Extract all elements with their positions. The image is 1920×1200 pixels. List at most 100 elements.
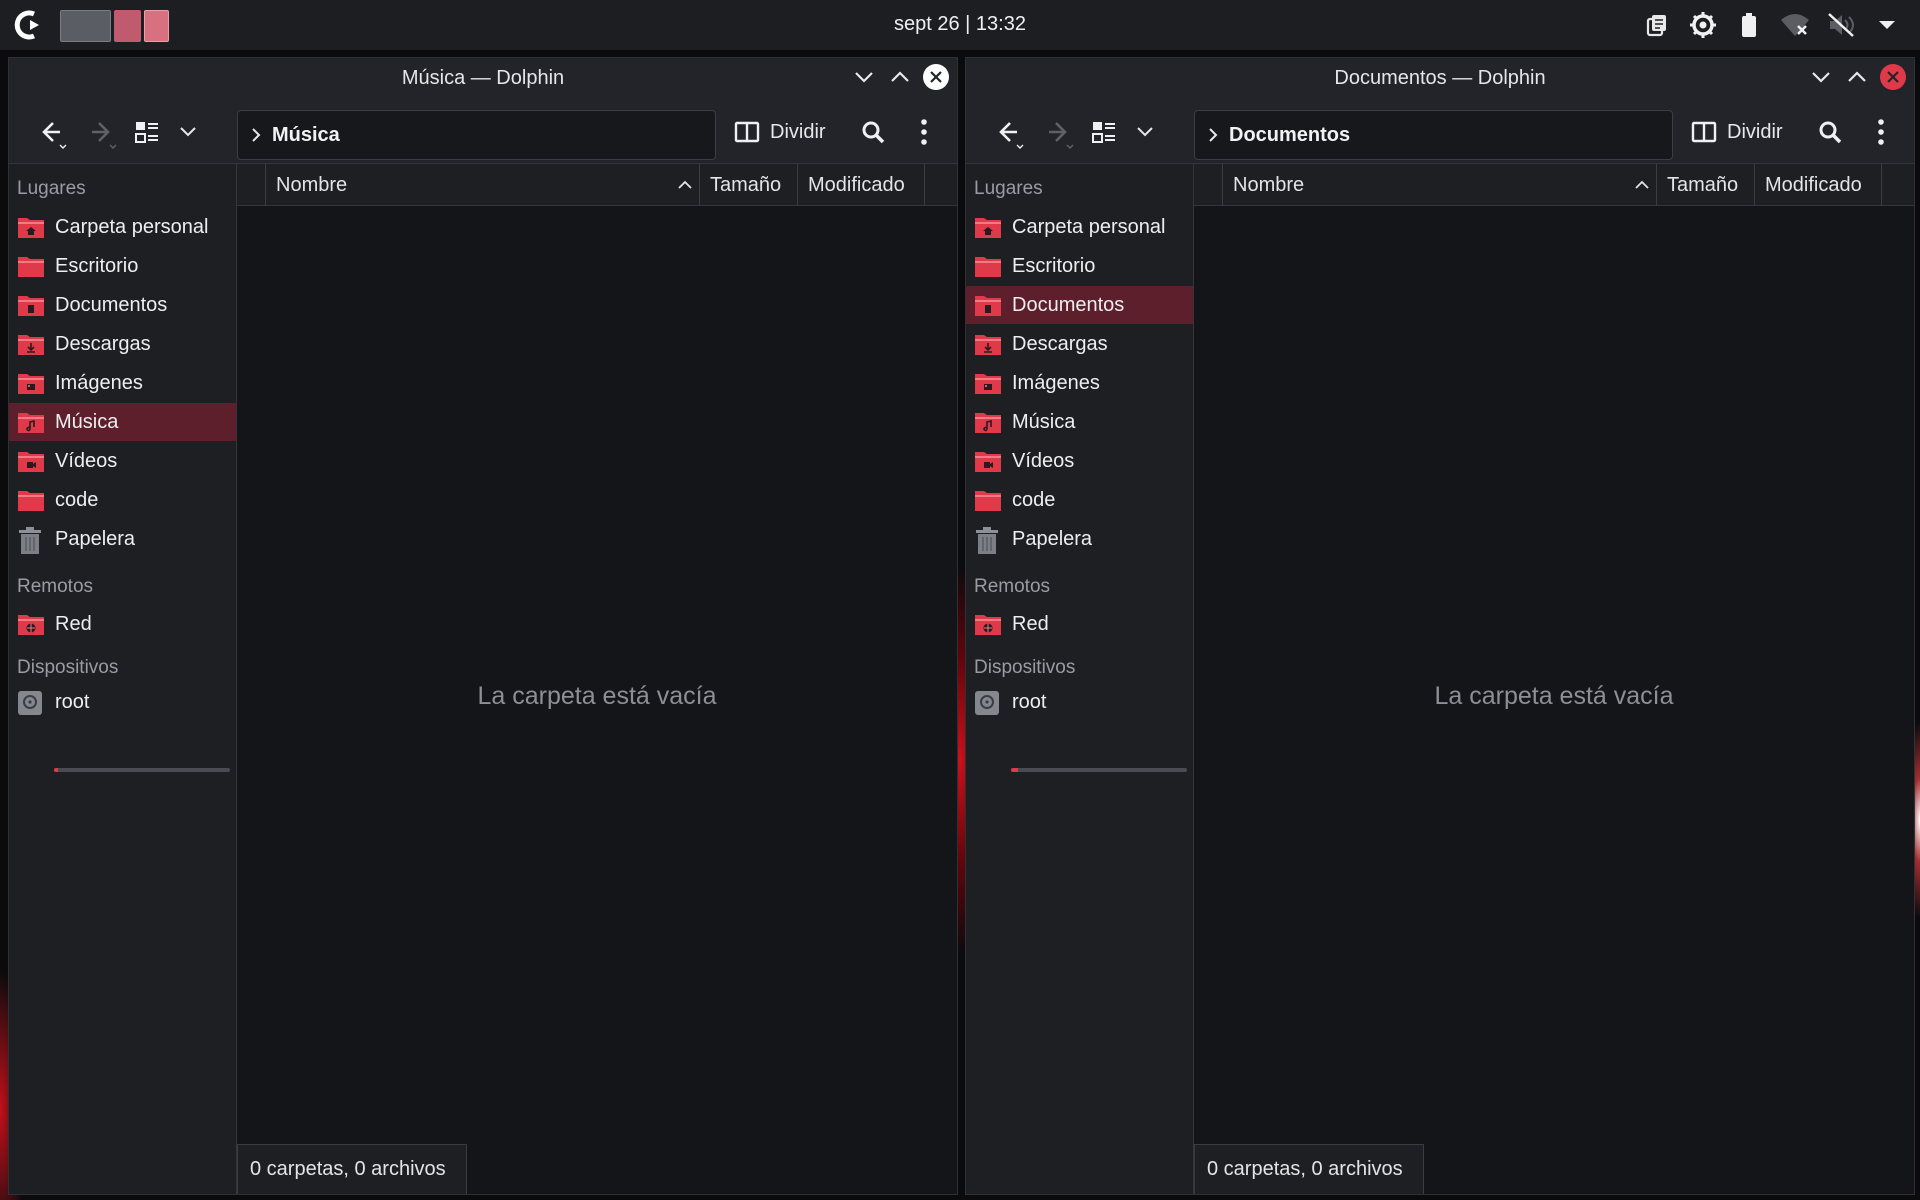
sidebar-item-imágenes[interactable]: Imágenes [9, 364, 236, 402]
column-tamano[interactable]: Tamaño [1656, 164, 1754, 206]
app-launcher-icon[interactable] [8, 8, 48, 42]
maximize-button[interactable] [1844, 64, 1870, 90]
close-button[interactable] [923, 64, 949, 90]
menu-kebab-icon[interactable] [909, 115, 939, 149]
sidebar-item-code[interactable]: code [9, 481, 236, 519]
sidebar-item-escritorio[interactable]: Escritorio [9, 247, 236, 285]
tray-expand-icon[interactable] [1872, 10, 1902, 40]
remote-header: Remotos [17, 576, 94, 597]
column-modificado[interactable]: Modificado [1754, 164, 1882, 206]
sidebar-item-label: Imágenes [55, 371, 143, 394]
sidebar-item-red[interactable]: Red [966, 605, 1193, 643]
desktop-folder-icon [17, 254, 45, 278]
sidebar-item-label: Imágenes [1012, 371, 1100, 394]
desktop-2-button[interactable] [114, 10, 141, 42]
file-view[interactable]: Nombre Tamaño Modificado La carpeta está… [237, 164, 957, 1194]
minimize-button[interactable] [1808, 64, 1834, 90]
sidebar-item-red[interactable]: Red [9, 605, 236, 643]
volume-muted-icon[interactable] [1826, 10, 1856, 40]
sidebar-item-vídeos[interactable]: Vídeos [966, 442, 1193, 480]
chevron-right-icon [252, 128, 261, 142]
pictures-folder-icon [17, 371, 45, 395]
sidebar-item-code[interactable]: code [966, 481, 1193, 519]
back-button[interactable] [29, 115, 73, 149]
folder-icon [974, 488, 1002, 512]
window-title: Música — Dolphin [401, 67, 565, 89]
network-folder-icon [17, 612, 45, 636]
desktop-1-button[interactable] [60, 10, 111, 42]
sidebar-item-carpeta-personal[interactable]: Carpeta personal [9, 208, 236, 246]
sidebar-item-descargas[interactable]: Descargas [966, 325, 1193, 363]
sidebar-item-música[interactable]: Música [9, 403, 236, 441]
sidebar-item-label: Red [55, 612, 92, 635]
sidebar-item-label: Escritorio [1012, 254, 1096, 277]
brightness-icon[interactable] [1688, 10, 1718, 40]
window-title: Documentos — Dolphin [1334, 67, 1546, 89]
window-titlebar[interactable]: Música — Dolphin [9, 58, 957, 98]
sidebar-item-root[interactable]: root [966, 683, 1193, 721]
remote-header: Remotos [974, 576, 1051, 597]
music-folder-icon [974, 410, 1002, 434]
sidebar-item-root[interactable]: root [9, 683, 236, 721]
sidebar-item-escritorio[interactable]: Escritorio [966, 247, 1193, 285]
view-mode-dropdown-icon[interactable] [173, 115, 203, 149]
sidebar-item-label: Vídeos [55, 449, 118, 472]
split-button[interactable]: Dividir [734, 115, 826, 149]
battery-icon[interactable] [1734, 10, 1764, 40]
device-usage-bar [1011, 768, 1187, 772]
sidebar-item-label: Descargas [55, 332, 151, 355]
virtual-desktop-pager [60, 10, 169, 42]
sidebar-item-documentos[interactable]: Documentos [9, 286, 236, 324]
sidebar-item-label: Documentos [1012, 293, 1125, 316]
chevron-right-icon [1209, 128, 1218, 142]
location-bar[interactable]: Música [237, 110, 716, 160]
forward-button[interactable] [79, 115, 123, 149]
file-view[interactable]: Nombre Tamaño Modificado La carpeta está… [1194, 164, 1914, 1194]
search-icon[interactable] [855, 115, 891, 149]
split-view-icon [734, 121, 760, 143]
desktop-3-button[interactable] [144, 10, 169, 42]
split-label: Dividir [770, 120, 826, 143]
close-button[interactable] [1880, 64, 1906, 90]
trash-icon [17, 527, 45, 554]
music-folder-icon [17, 410, 45, 434]
sidebar-item-label: code [1012, 488, 1056, 511]
location-bar[interactable]: Documentos [1194, 110, 1673, 160]
column-nombre[interactable]: Nombre [1222, 164, 1656, 206]
view-mode-icon[interactable] [1086, 115, 1122, 149]
menu-kebab-icon[interactable] [1866, 115, 1896, 149]
sidebar-item-música[interactable]: Música [966, 403, 1193, 441]
sidebar-item-vídeos[interactable]: Vídeos [9, 442, 236, 480]
window-titlebar[interactable]: Documentos — Dolphin [966, 58, 1914, 98]
view-mode-icon[interactable] [129, 115, 165, 149]
breadcrumb-current[interactable]: Documentos [1229, 124, 1350, 147]
status-bar: 0 carpetas, 0 archivos [1194, 1144, 1424, 1194]
sidebar-item-papelera[interactable]: Papelera [966, 520, 1193, 558]
clipboard-icon[interactable] [1642, 10, 1672, 40]
column-tamano[interactable]: Tamaño [699, 164, 797, 206]
split-label: Dividir [1727, 120, 1783, 143]
forward-button[interactable] [1036, 115, 1080, 149]
sidebar-item-label: Carpeta personal [55, 215, 209, 238]
sidebar-item-label: code [55, 488, 99, 511]
sidebar-item-imágenes[interactable]: Imágenes [966, 364, 1193, 402]
device-usage-fill [54, 768, 58, 772]
sidebar-item-label: Red [1012, 612, 1049, 635]
sidebar-item-documentos[interactable]: Documentos [966, 286, 1193, 324]
column-modificado[interactable]: Modificado [797, 164, 925, 206]
sidebar-item-carpeta-personal[interactable]: Carpeta personal [966, 208, 1193, 246]
column-nombre[interactable]: Nombre [265, 164, 699, 206]
back-button[interactable] [986, 115, 1030, 149]
devices-header: Dispositivos [17, 657, 119, 678]
wifi-off-icon[interactable] [1780, 10, 1810, 40]
view-mode-dropdown-icon[interactable] [1130, 115, 1160, 149]
device-usage-fill [1011, 768, 1019, 772]
split-button[interactable]: Dividir [1691, 115, 1783, 149]
clock[interactable]: sept 26 | 13:32 [0, 13, 1920, 36]
sidebar-item-papelera[interactable]: Papelera [9, 520, 236, 558]
sidebar-item-descargas[interactable]: Descargas [9, 325, 236, 363]
breadcrumb-current[interactable]: Música [272, 124, 340, 147]
minimize-button[interactable] [851, 64, 877, 90]
search-icon[interactable] [1812, 115, 1848, 149]
maximize-button[interactable] [887, 64, 913, 90]
